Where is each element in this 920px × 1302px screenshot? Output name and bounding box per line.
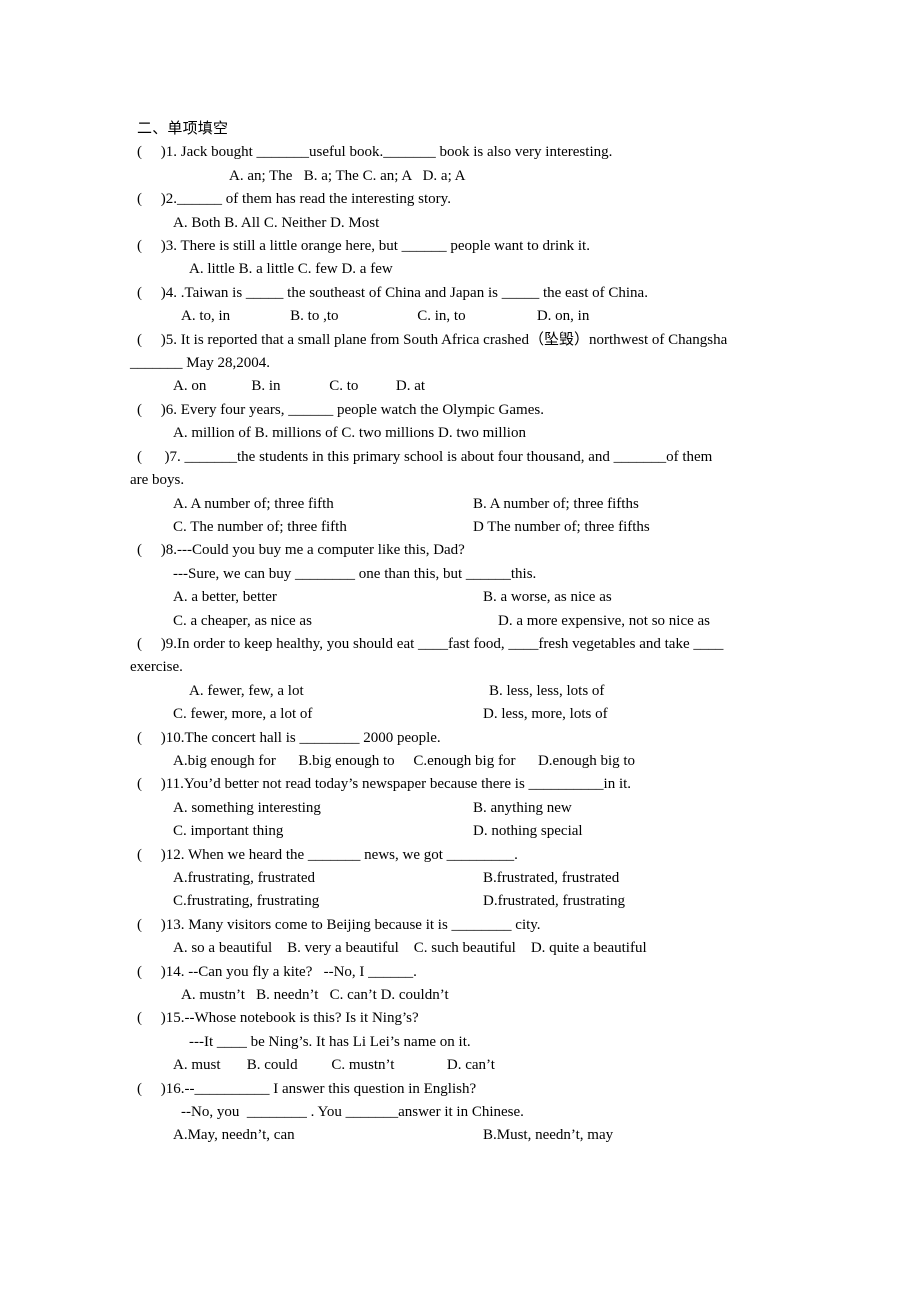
question-options: A. Both B. All C. Neither D. Most [173,214,380,231]
document-page: 二、单项填空 ( )1. Jack bought _______useful b… [0,0,920,1302]
question-options-row: A. A number of; three fifth B. A number … [137,493,800,516]
question-stem-line-1: ( )15.--Whose notebook is this? Is it Ni… [137,1010,419,1027]
question-options-row: A. fewer, few, a lot B. less, less, lots… [137,680,800,703]
question-13: ( )13. Many visitors come to Beijing bec… [137,914,800,961]
question-7: ( )7. _______the students in this primar… [130,446,800,540]
question-options: A. an; The B. a; The C. an; A D. a; A [229,167,466,184]
question-1: ( )1. Jack bought _______useful book.___… [137,141,800,188]
question-options: A. so a beautiful B. very a beautiful C.… [173,940,647,957]
question-options: A. on B. in C. to D. at [173,378,426,395]
question-options-row: C. important thing D. nothing special [137,820,800,843]
option-right: D The number of; three fifths [473,518,650,535]
question-stem: ( )12. When we heard the _______ news, w… [137,846,518,863]
question-5: ( )5. It is reported that a small plane … [130,329,800,399]
option-right: D.frustrated, frustrating [483,893,626,910]
option-left: A. A number of; three fifth [173,495,334,512]
question-stem-line-2: ---It ____ be Ning’s. It has Li Lei’s na… [189,1033,471,1050]
question-11: ( )11.You’d better not read today’s news… [137,773,800,843]
question-options-row: C. a cheaper, as nice as D. a more expen… [137,610,800,633]
option-right: D. less, more, lots of [483,706,608,723]
question-stem: ( )4. .Taiwan is _____ the southeast of … [137,284,648,301]
option-right: D. a more expensive, not so nice as [498,612,711,629]
question-stem-line-2: --No, you ________ . You _______answer i… [181,1104,524,1121]
question-options: A. mustn’t B. needn’t C. can’t D. couldn… [181,987,449,1004]
question-stem-line-1: ( )7. _______the students in this primar… [137,448,713,465]
option-left: C.frustrating, frustrating [173,893,320,910]
option-left: A. something interesting [173,799,321,816]
question-options-row: C. fewer, more, a lot of D. less, more, … [137,703,800,726]
option-left: C. important thing [173,823,284,840]
question-options: A. million of B. millions of C. two mill… [173,425,526,442]
question-stem: ( )14. --Can you fly a kite? --No, I ___… [137,963,417,980]
option-left: C. fewer, more, a lot of [173,706,313,723]
question-9: ( )9.In order to keep healthy, you shoul… [130,633,800,727]
question-stem-line-1: ( )5. It is reported that a small plane … [137,331,728,348]
question-stem-line-2: _______ May 28,2004. [130,355,270,372]
question-options: A. to, in B. to ,to C. in, to D. on, in [181,308,590,325]
option-left: C. a cheaper, as nice as [173,612,312,629]
question-16: ( )16.--__________ I answer this questio… [137,1078,800,1148]
question-3: ( )3. There is still a little orange her… [137,235,800,282]
option-left: A. fewer, few, a lot [189,682,304,699]
question-options-row: A.frustrating, frustrated B.frustrated, … [137,867,800,890]
question-stem: ( )10.The concert hall is ________ 2000 … [137,729,441,746]
question-options-row: A. something interesting B. anything new [137,797,800,820]
question-stem: ( )11.You’d better not read today’s news… [137,776,632,793]
question-options-row: A. a better, better B. a worse, as nice … [137,586,800,609]
question-options: A. must B. could C. mustn’t D. can’t [173,1057,495,1074]
option-right: D. nothing special [473,823,583,840]
question-options: A. little B. a little C. few D. a few [189,261,393,278]
question-stem-line-2: exercise. [130,659,183,676]
question-stem-line-1: ( )8.---Could you buy me a computer like… [137,542,465,559]
question-options-row: C. The number of; three fifth D The numb… [137,516,800,539]
question-12: ( )12. When we heard the _______ news, w… [137,844,800,914]
option-left: C. The number of; three fifth [173,518,347,535]
option-left: A.frustrating, frustrated [173,870,316,886]
question-8: ( )8.---Could you buy me a computer like… [137,539,800,633]
section-heading: 二、单项填空 [137,121,229,137]
question-options: A.big enough for B.big enough to C.enoug… [173,752,636,769]
option-right: B.Must, needn’t, may [483,1127,614,1144]
option-right: B. less, less, lots of [489,682,605,699]
question-stem-line-2: ---Sure, we can buy ________ one than th… [173,565,537,582]
option-left: A.May, needn’t, can [173,1127,295,1144]
question-stem-line-2: are boys. [130,472,185,489]
question-stem-line-1: ( )9.In order to keep healthy, you shoul… [137,635,724,652]
question-stem-line-1: ( )16.--__________ I answer this questio… [137,1080,477,1097]
question-2: ( )2.______ of them has read the interes… [137,188,800,235]
question-stem: ( )13. Many visitors come to Beijing bec… [137,916,541,933]
option-right: B. a worse, as nice as [483,589,612,606]
question-6: ( )6. Every four years, ______ people wa… [137,399,800,446]
option-right: B. anything new [473,799,572,816]
question-options-row: A.May, needn’t, can B.Must, needn’t, may [137,1124,800,1147]
option-right: B. A number of; three fifths [473,495,639,512]
question-10: ( )10.The concert hall is ________ 2000 … [137,727,800,774]
option-right: B.frustrated, frustrated [483,870,620,886]
question-stem: ( )6. Every four years, ______ people wa… [137,401,544,418]
question-stem: ( )1. Jack bought _______useful book.___… [137,144,613,161]
option-left: A. a better, better [173,589,277,606]
question-stem: ( )2.______ of them has read the interes… [137,191,451,208]
question-15: ( )15.--Whose notebook is this? Is it Ni… [137,1007,800,1077]
question-options-row: C.frustrating, frustrating D.frustrated,… [137,890,800,913]
question-stem: ( )3. There is still a little orange her… [137,238,590,255]
question-14: ( )14. --Can you fly a kite? --No, I ___… [137,961,800,1008]
question-4: ( )4. .Taiwan is _____ the southeast of … [137,282,800,329]
